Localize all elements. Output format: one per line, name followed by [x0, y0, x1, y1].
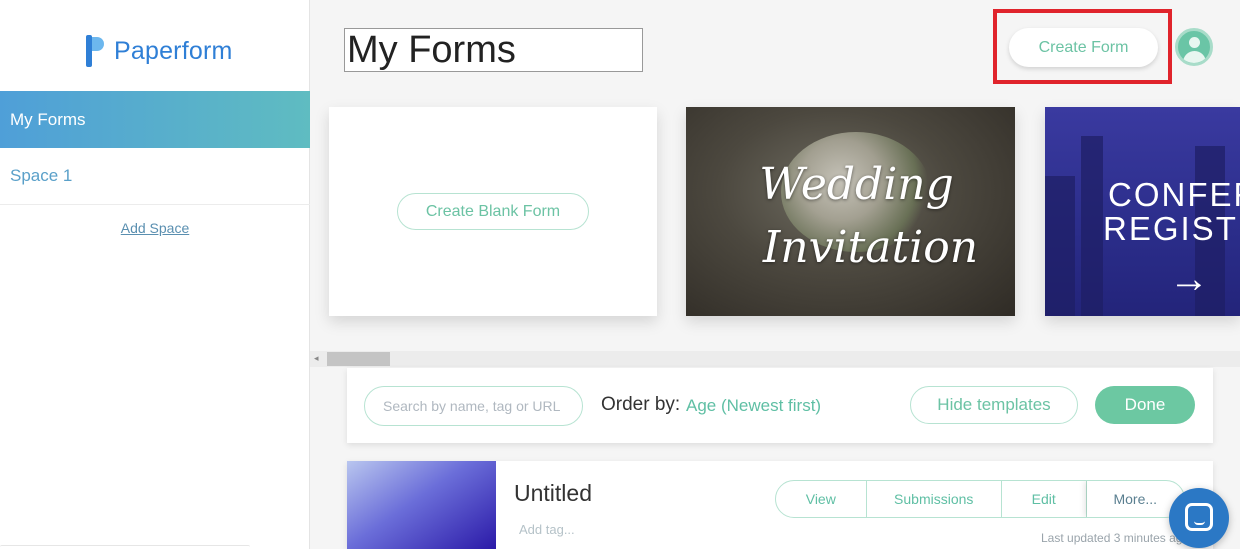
order-by-label: Order by:	[601, 394, 681, 415]
sidebar-item-my-forms[interactable]: My Forms	[0, 91, 310, 148]
last-updated-text: Last updated 3 minutes ago	[1041, 531, 1190, 545]
template-title-line-1: CONFERE	[1108, 176, 1240, 213]
template-wedding-invitation[interactable]: Wedding Invitation	[686, 107, 1015, 316]
edit-button[interactable]: Edit	[1002, 481, 1087, 517]
order-by-select[interactable]: Age (Newest first)	[686, 396, 821, 416]
chat-launcher-button[interactable]	[1169, 488, 1229, 548]
done-button[interactable]: Done	[1095, 386, 1195, 424]
hide-templates-button[interactable]: Hide templates	[910, 386, 1078, 424]
page-title-input[interactable]: My Forms	[344, 28, 643, 72]
template-conference-registration[interactable]: CONFERE REGISTRA →	[1045, 107, 1240, 316]
sidebar-item-label: Space 1	[10, 166, 73, 185]
sidebar-item-space-1[interactable]: Space 1	[0, 148, 310, 205]
search-input[interactable]	[364, 386, 583, 426]
paperform-logo[interactable]: Paperform	[86, 35, 233, 67]
submissions-button[interactable]: Submissions	[867, 481, 1002, 517]
user-avatar-icon[interactable]	[1175, 28, 1213, 66]
paperform-logo-icon	[86, 35, 106, 67]
template-title-line-2: Invitation	[762, 222, 979, 273]
blank-form-card: Create Blank Form	[329, 107, 657, 316]
view-button[interactable]: View	[776, 481, 867, 517]
chat-icon	[1185, 503, 1213, 531]
templates-scrollbar[interactable]: ◂	[310, 351, 1240, 367]
form-title[interactable]: Untitled	[514, 480, 592, 507]
logo-text: Paperform	[114, 36, 233, 65]
form-list-item: Untitled Add tag... View Submissions Edi…	[347, 461, 1213, 549]
scrollbar-thumb[interactable]	[327, 352, 390, 366]
sidebar: Paperform My Forms Space 1 Add Space	[0, 0, 310, 549]
add-space-link[interactable]: Add Space	[0, 220, 310, 236]
sidebar-item-label: My Forms	[10, 109, 86, 129]
arrow-right-icon: →	[1169, 257, 1209, 301]
create-form-button[interactable]: Create Form	[1009, 28, 1158, 67]
create-blank-form-button[interactable]: Create Blank Form	[397, 193, 589, 230]
form-actions: View Submissions Edit More...	[775, 480, 1185, 518]
template-title-line-1: Wedding	[759, 159, 954, 210]
sidebar-divider	[0, 545, 250, 549]
template-title-line-2: REGISTRA	[1103, 210, 1240, 247]
filter-bar: Order by: Age (Newest first) Hide templa…	[347, 368, 1213, 443]
form-thumbnail[interactable]	[347, 461, 496, 549]
scroll-left-arrow-icon[interactable]: ◂	[314, 353, 319, 364]
add-tag-input[interactable]: Add tag...	[519, 522, 575, 537]
